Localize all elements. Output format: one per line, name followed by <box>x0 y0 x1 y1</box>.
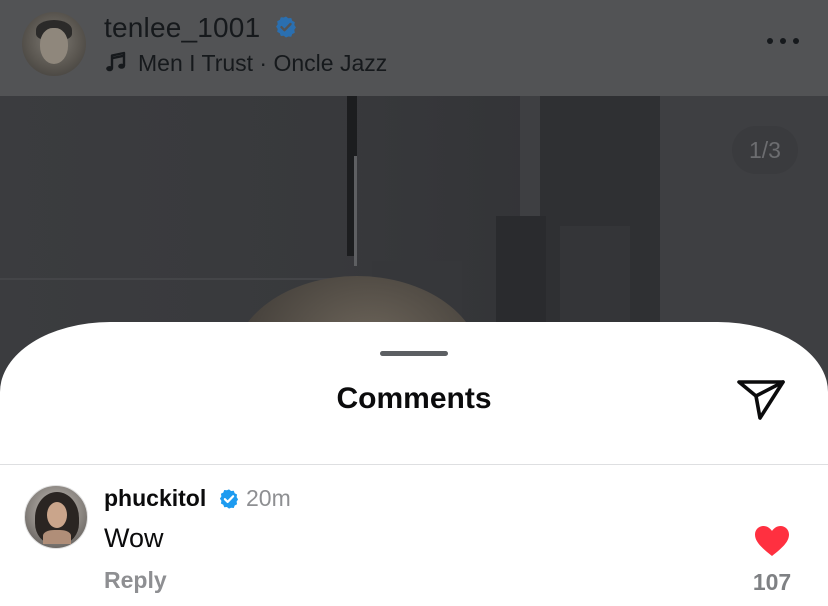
sheet-title: Comments <box>336 382 492 415</box>
heart-icon[interactable] <box>754 525 790 557</box>
more-options-button[interactable] <box>762 28 804 54</box>
sheet-drag-handle[interactable] <box>380 351 448 356</box>
author-username[interactable]: tenlee_1001 <box>104 12 260 44</box>
comments-sheet: Comments phuckitol 20m Wow Reply 107 <box>0 322 828 606</box>
post-header: tenlee_1001 Men I Trust · Oncle Jazz <box>0 0 828 96</box>
reply-button[interactable]: Reply <box>104 567 167 594</box>
verified-badge-icon <box>219 489 239 509</box>
comment-item: phuckitol 20m Wow Reply 107 <box>0 465 828 605</box>
like-count: 107 <box>752 569 792 595</box>
song-attribution[interactable]: Men I Trust · Oncle Jazz <box>138 50 387 77</box>
post-screen: tenlee_1001 Men I Trust · Oncle Jazz 1/3 <box>0 0 828 606</box>
more-horizontal-icon <box>767 38 773 44</box>
author-avatar[interactable] <box>22 12 86 76</box>
carousel-counter: 1/3 <box>732 126 798 174</box>
verified-badge-icon <box>276 16 296 38</box>
commenter-avatar[interactable] <box>24 485 88 549</box>
commenter-username[interactable]: phuckitol <box>104 485 206 512</box>
comment-text: Wow <box>104 523 164 553</box>
send-icon[interactable] <box>734 376 788 422</box>
music-note-icon <box>106 51 126 72</box>
comment-timestamp: 20m <box>246 485 291 511</box>
